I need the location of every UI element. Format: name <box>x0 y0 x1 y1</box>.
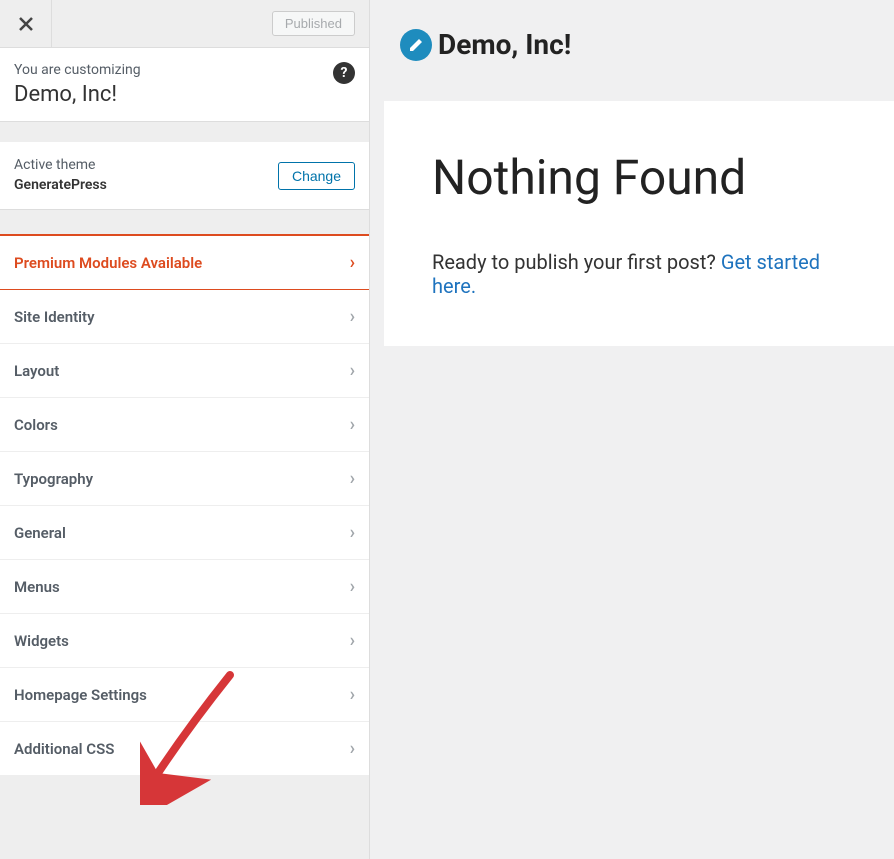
menu-item-label: Menus <box>14 578 60 596</box>
chevron-right-icon: › <box>350 630 355 651</box>
chevron-right-icon: › <box>350 738 355 759</box>
edit-shortcut-button[interactable] <box>400 29 432 61</box>
menu-item-colors[interactable]: Colors › <box>0 398 369 452</box>
chevron-right-icon: › <box>350 522 355 543</box>
nothing-found-heading: Nothing Found <box>432 149 846 206</box>
chevron-right-icon: › <box>350 360 355 381</box>
customizer-menu: Premium Modules Available › Site Identit… <box>0 234 369 776</box>
menu-item-label: General <box>14 524 66 542</box>
menu-item-premium[interactable]: Premium Modules Available › <box>0 234 369 290</box>
active-theme-row: Active theme GeneratePress Change <box>0 142 369 210</box>
menu-item-label: Premium Modules Available <box>14 254 202 272</box>
preview-pane: Demo, Inc! Nothing Found Ready to publis… <box>370 0 894 859</box>
chevron-right-icon: › <box>350 468 355 489</box>
change-theme-button[interactable]: Change <box>278 162 355 190</box>
menu-item-widgets[interactable]: Widgets › <box>0 614 369 668</box>
chevron-right-icon: › <box>350 306 355 327</box>
menu-item-label: Typography <box>14 470 93 488</box>
menu-item-menus[interactable]: Menus › <box>0 560 369 614</box>
pencil-icon <box>408 37 424 53</box>
menu-item-layout[interactable]: Layout › <box>0 344 369 398</box>
active-theme-name: GeneratePress <box>14 176 107 196</box>
chevron-right-icon: › <box>350 252 355 273</box>
help-icon[interactable]: ? <box>333 62 355 84</box>
menu-item-general[interactable]: General › <box>0 506 369 560</box>
customizer-sidebar: Published You are customizing Demo, Inc!… <box>0 0 370 859</box>
close-icon <box>18 16 34 32</box>
chevron-right-icon: › <box>350 576 355 597</box>
menu-item-label: Layout <box>14 362 59 380</box>
customizing-site-title: Demo, Inc! <box>14 82 355 107</box>
chevron-right-icon: › <box>350 414 355 435</box>
menu-item-label: Additional CSS <box>14 740 114 758</box>
chevron-right-icon: › <box>350 684 355 705</box>
preview-content: Nothing Found Ready to publish your firs… <box>384 101 894 346</box>
menu-item-additional-css[interactable]: Additional CSS › <box>0 722 369 776</box>
menu-item-site-identity[interactable]: Site Identity › <box>0 290 369 344</box>
published-button[interactable]: Published <box>272 11 355 36</box>
menu-item-label: Widgets <box>14 632 69 650</box>
nothing-found-text: Ready to publish your first post? Get st… <box>432 250 846 298</box>
customizing-info: You are customizing Demo, Inc! ? <box>0 48 369 122</box>
menu-item-label: Site Identity <box>14 308 95 326</box>
menu-item-label: Homepage Settings <box>14 686 147 704</box>
preview-header: Demo, Inc! <box>370 0 894 101</box>
active-theme-label: Active theme <box>14 156 107 176</box>
menu-item-label: Colors <box>14 416 58 434</box>
prompt-text: Ready to publish your first post? <box>432 250 721 274</box>
preview-site-title[interactable]: Demo, Inc! <box>438 28 571 61</box>
menu-item-homepage-settings[interactable]: Homepage Settings › <box>0 668 369 722</box>
topbar: Published <box>0 0 369 48</box>
close-button[interactable] <box>0 0 52 48</box>
menu-item-typography[interactable]: Typography › <box>0 452 369 506</box>
customizing-label: You are customizing <box>14 62 355 78</box>
